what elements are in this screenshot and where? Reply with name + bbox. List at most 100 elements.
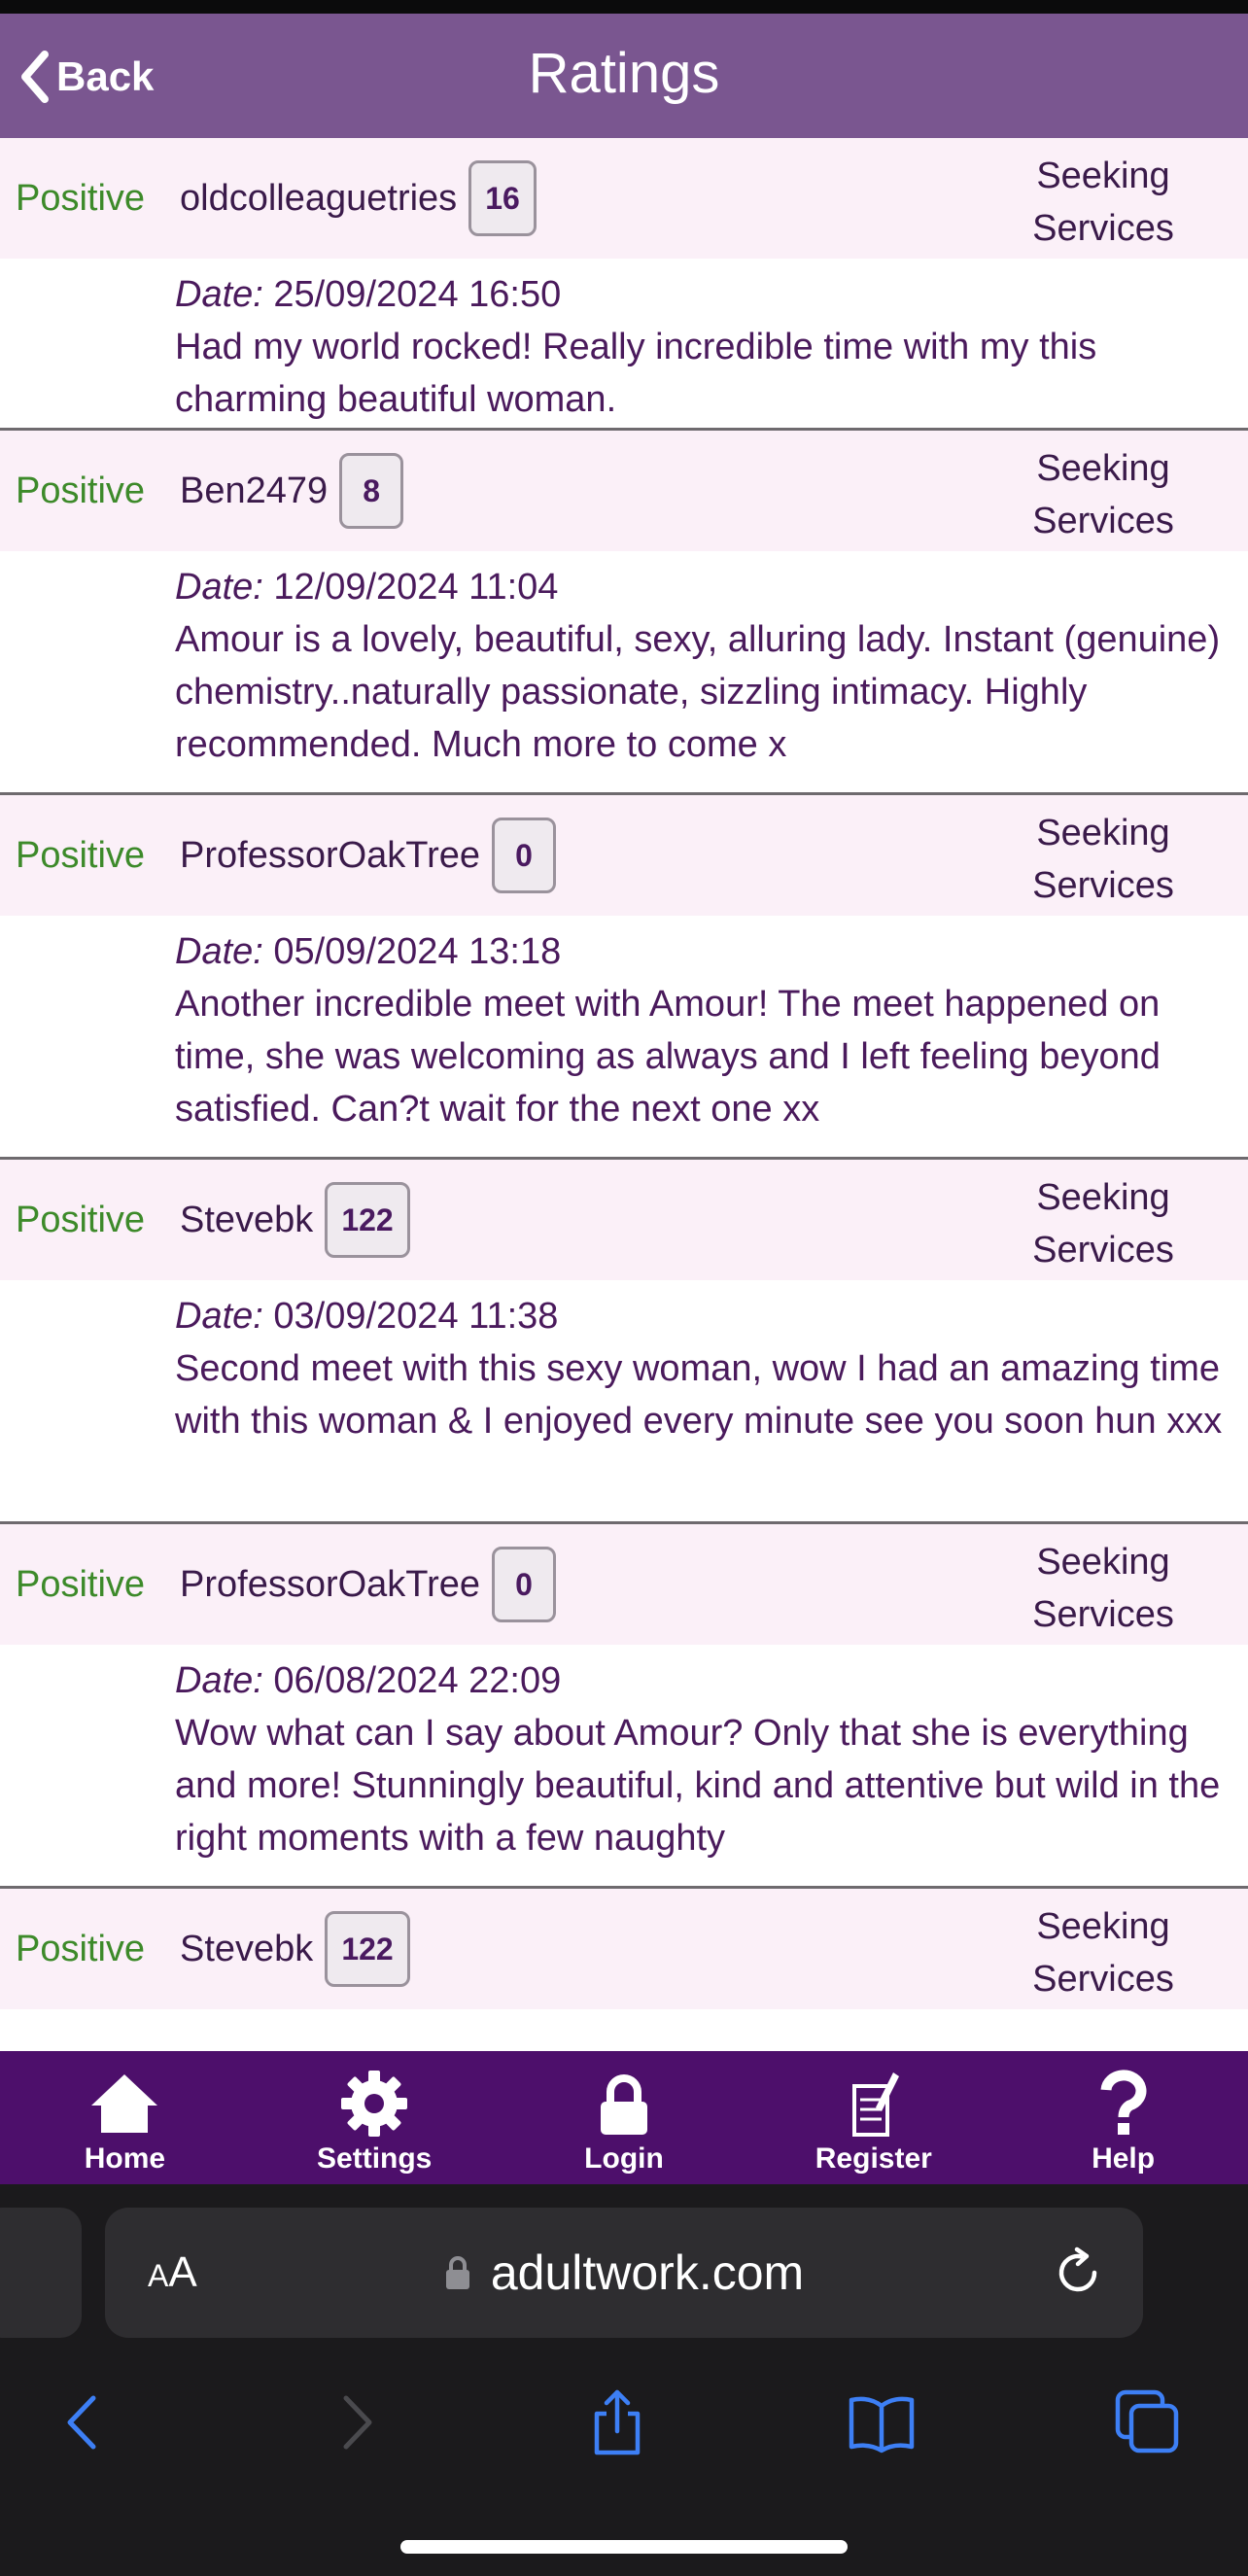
date-label: Date: <box>175 274 263 315</box>
role-line-2: Services <box>1032 1594 1174 1635</box>
rater: Ben2479 8 <box>180 431 404 551</box>
url-text: adultwork.com <box>490 2245 805 2300</box>
date-label: Date: <box>175 1660 263 1701</box>
role-line-1: Seeking <box>1036 156 1170 196</box>
rating-comment: Second meet with this sexy woman, wow I … <box>175 1348 1223 1442</box>
tabs-icon[interactable] <box>1114 2388 1182 2456</box>
gear-icon <box>341 2071 408 2137</box>
date-label: Date: <box>175 931 263 972</box>
rating-item: Positive Stevebk 122 Seeking Services <box>0 1889 1248 2009</box>
rater-role: Seeking Services <box>1011 807 1196 912</box>
url-display[interactable]: adultwork.com <box>105 2208 1143 2338</box>
rating-type-label: Positive <box>16 470 146 511</box>
role-line-1: Seeking <box>1036 448 1170 489</box>
previous-tab-preview[interactable] <box>0 2208 82 2338</box>
home-icon <box>91 2074 158 2133</box>
rating-comment: Another incredible meet with Amour! The … <box>175 984 1161 1130</box>
tab-settings[interactable]: Settings <box>250 2051 500 2184</box>
rating-body: Date: 05/09/2024 13:18 Another incredibl… <box>0 916 1248 1149</box>
tab-label: Register <box>815 2142 932 2175</box>
date-value: 06/08/2024 22:09 <box>273 1660 562 1701</box>
rating-item: Positive ProfessorOakTree 0 Seeking Serv… <box>0 1524 1248 1889</box>
rater-username-link[interactable]: Stevebk <box>180 1929 313 1970</box>
rating-comment: Wow what can I say about Amour? Only tha… <box>175 1713 1221 1859</box>
rater-username-link[interactable]: oldcolleaguetries <box>180 178 457 220</box>
rating-comment: Had my world rocked! Really incredible t… <box>175 327 1097 420</box>
rater-score-badge[interactable]: 16 <box>468 160 537 236</box>
rater: ProfessorOakTree 0 <box>180 795 557 916</box>
padlock-icon <box>445 2256 469 2289</box>
rating-header: Positive ProfessorOakTree 0 Seeking Serv… <box>0 795 1248 916</box>
forward-arrow-icon[interactable] <box>321 2388 389 2456</box>
rater-score-badge[interactable]: 122 <box>325 1182 410 1258</box>
rater: oldcolleaguetries 16 <box>180 138 537 259</box>
role-line-2: Services <box>1032 501 1174 541</box>
rater-username-link[interactable]: Ben2479 <box>180 470 328 512</box>
lock-icon <box>600 2074 647 2135</box>
top-navbar: Back Ratings <box>0 14 1248 138</box>
rating-header: Positive oldcolleaguetries 16 Seeking Se… <box>0 138 1248 259</box>
browser-chrome: AA adultwork.com <box>0 2184 1248 2576</box>
rating-header: Positive Stevebk 122 Seeking Services <box>0 1889 1248 2009</box>
rater-score-badge[interactable]: 122 <box>325 1911 410 1987</box>
rater: Stevebk 122 <box>180 1160 410 1280</box>
rater-role: Seeking Services <box>1011 1900 1196 2005</box>
reload-icon[interactable] <box>1052 2246 1104 2299</box>
rater-score-badge[interactable]: 0 <box>492 818 557 893</box>
rating-item: Positive Stevebk 122 Seeking Services Da… <box>0 1160 1248 1524</box>
date-value: 25/09/2024 16:50 <box>273 274 562 315</box>
rating-date: Date: 25/09/2024 16:50 <box>175 268 1225 321</box>
rating-date: Date: 03/09/2024 11:38 <box>175 1290 1225 1342</box>
rater-role: Seeking Services <box>1011 1171 1196 1276</box>
rater-username-link[interactable]: ProfessorOakTree <box>180 1564 480 1606</box>
tab-label: Login <box>584 2142 664 2175</box>
rater-role: Seeking Services <box>1011 150 1196 255</box>
rating-date: Date: 05/09/2024 13:18 <box>175 925 1225 978</box>
status-bar-strip <box>0 0 1248 14</box>
role-line-2: Services <box>1032 208 1174 249</box>
back-arrow-icon[interactable] <box>51 2388 119 2456</box>
tab-label: Home <box>84 2142 166 2175</box>
rating-body: Date: 06/08/2024 22:09 Wow what can I sa… <box>0 1645 1248 1878</box>
rating-type-label: Positive <box>16 835 146 876</box>
rating-item: Positive Ben2479 8 Seeking Services Date… <box>0 431 1248 795</box>
rater-score-badge[interactable]: 0 <box>492 1547 557 1622</box>
tab-login[interactable]: Login <box>500 2051 749 2184</box>
tab-home[interactable]: Home <box>0 2051 250 2184</box>
rating-header: Positive Stevebk 122 Seeking Services <box>0 1160 1248 1280</box>
ratings-list[interactable]: Positive oldcolleaguetries 16 Seeking Se… <box>0 138 1248 2051</box>
date-label: Date: <box>175 1296 263 1337</box>
rater-username-link[interactable]: Stevebk <box>180 1200 313 1241</box>
tab-label: Help <box>1092 2142 1156 2175</box>
rating-header: Positive Ben2479 8 Seeking Services <box>0 431 1248 551</box>
rating-header: Positive ProfessorOakTree 0 Seeking Serv… <box>0 1524 1248 1645</box>
role-line-1: Seeking <box>1036 1542 1170 1583</box>
rating-type-label: Positive <box>16 1200 146 1240</box>
rating-item: Positive ProfessorOakTree 0 Seeking Serv… <box>0 795 1248 1160</box>
share-icon[interactable] <box>583 2388 651 2456</box>
rating-type-label: Positive <box>16 1564 146 1605</box>
date-value: 03/09/2024 11:38 <box>273 1296 559 1337</box>
role-line-2: Services <box>1032 1230 1174 1271</box>
role-line-1: Seeking <box>1036 1177 1170 1218</box>
rating-comment: Amour is a lovely, beautiful, sexy, allu… <box>175 619 1221 765</box>
bottom-tab-bar: Home Settings Login Register Help <box>0 2051 1248 2184</box>
rater: Stevebk 122 <box>180 1889 410 2009</box>
role-line-2: Services <box>1032 865 1174 906</box>
bookmarks-icon[interactable] <box>848 2388 916 2456</box>
help-icon <box>1100 2070 1147 2135</box>
rating-date: Date: 12/09/2024 11:04 <box>175 561 1225 613</box>
tab-help[interactable]: Help <box>998 2051 1248 2184</box>
tab-label: Settings <box>317 2142 433 2175</box>
rating-item: Positive oldcolleaguetries 16 Seeking Se… <box>0 138 1248 431</box>
rater-role: Seeking Services <box>1011 442 1196 547</box>
date-value: 12/09/2024 11:04 <box>273 567 559 608</box>
rater-score-badge[interactable]: 8 <box>339 453 404 529</box>
tab-register[interactable]: Register <box>748 2051 998 2184</box>
browser-toolbar <box>0 2369 1248 2476</box>
rating-body: Date: 12/09/2024 11:04 Amour is a lovely… <box>0 551 1248 784</box>
date-value: 05/09/2024 13:18 <box>273 931 562 972</box>
rater-username-link[interactable]: ProfessorOakTree <box>180 835 480 877</box>
address-bar[interactable]: AA adultwork.com <box>105 2208 1143 2338</box>
home-indicator[interactable] <box>400 2540 848 2554</box>
